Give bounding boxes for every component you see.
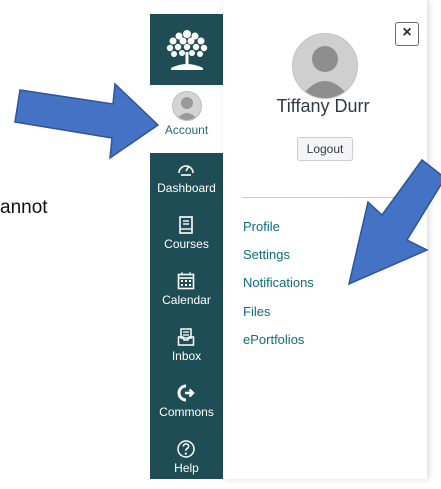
help-icon bbox=[177, 440, 195, 458]
nav-item-courses[interactable]: Courses bbox=[150, 209, 223, 265]
nav-label-courses: Courses bbox=[164, 237, 209, 251]
nav-item-calendar[interactable]: Calendar bbox=[150, 265, 223, 321]
nav-label-inbox: Inbox bbox=[171, 349, 202, 363]
user-silhouette-icon bbox=[176, 97, 198, 120]
nav-item-commons[interactable]: Commons bbox=[150, 377, 223, 433]
close-icon: × bbox=[402, 24, 412, 41]
tree-logo-icon bbox=[166, 29, 207, 70]
link-files[interactable]: Files bbox=[243, 304, 270, 319]
logout-button[interactable]: Logout bbox=[297, 137, 353, 161]
nav-label-calendar: Calendar bbox=[162, 293, 211, 307]
courses-icon bbox=[179, 216, 193, 234]
inbox-icon bbox=[177, 328, 195, 346]
link-notifications[interactable]: Notifications bbox=[243, 275, 314, 290]
nav-item-account[interactable]: Account bbox=[150, 85, 223, 153]
tray-divider bbox=[242, 197, 427, 198]
link-eportfolios[interactable]: ePortfolios bbox=[243, 332, 304, 347]
commons-icon bbox=[177, 384, 195, 402]
arrow-to-account bbox=[14, 82, 160, 160]
calendar-icon bbox=[177, 272, 195, 290]
nav-label-help: Help bbox=[174, 461, 199, 475]
nav-item-dashboard[interactable]: Dashboard bbox=[150, 153, 223, 209]
nav-item-inbox[interactable]: Inbox bbox=[150, 321, 223, 377]
nav-label-dashboard: Dashboard bbox=[157, 181, 216, 195]
account-avatar bbox=[172, 91, 202, 121]
link-settings[interactable]: Settings bbox=[243, 247, 290, 262]
background-document-text: annot bbox=[0, 197, 48, 218]
close-tray-button[interactable]: × bbox=[395, 22, 419, 46]
nav-label-commons: Commons bbox=[159, 405, 214, 419]
nav-menu: Dashboard Courses Calendar Inbox Commons… bbox=[150, 153, 223, 479]
dashboard-icon bbox=[178, 165, 194, 176]
link-profile[interactable]: Profile bbox=[243, 219, 280, 234]
nav-account-label: Account bbox=[164, 123, 209, 137]
profile-avatar[interactable] bbox=[292, 33, 358, 99]
global-navigation: Account Dashboard Courses Calendar Inbox… bbox=[150, 14, 223, 479]
institution-logo[interactable] bbox=[150, 14, 223, 85]
nav-item-help[interactable]: Help bbox=[150, 433, 223, 489]
user-silhouette-icon bbox=[300, 46, 350, 98]
user-name: Tiffany Durr bbox=[276, 96, 370, 116]
